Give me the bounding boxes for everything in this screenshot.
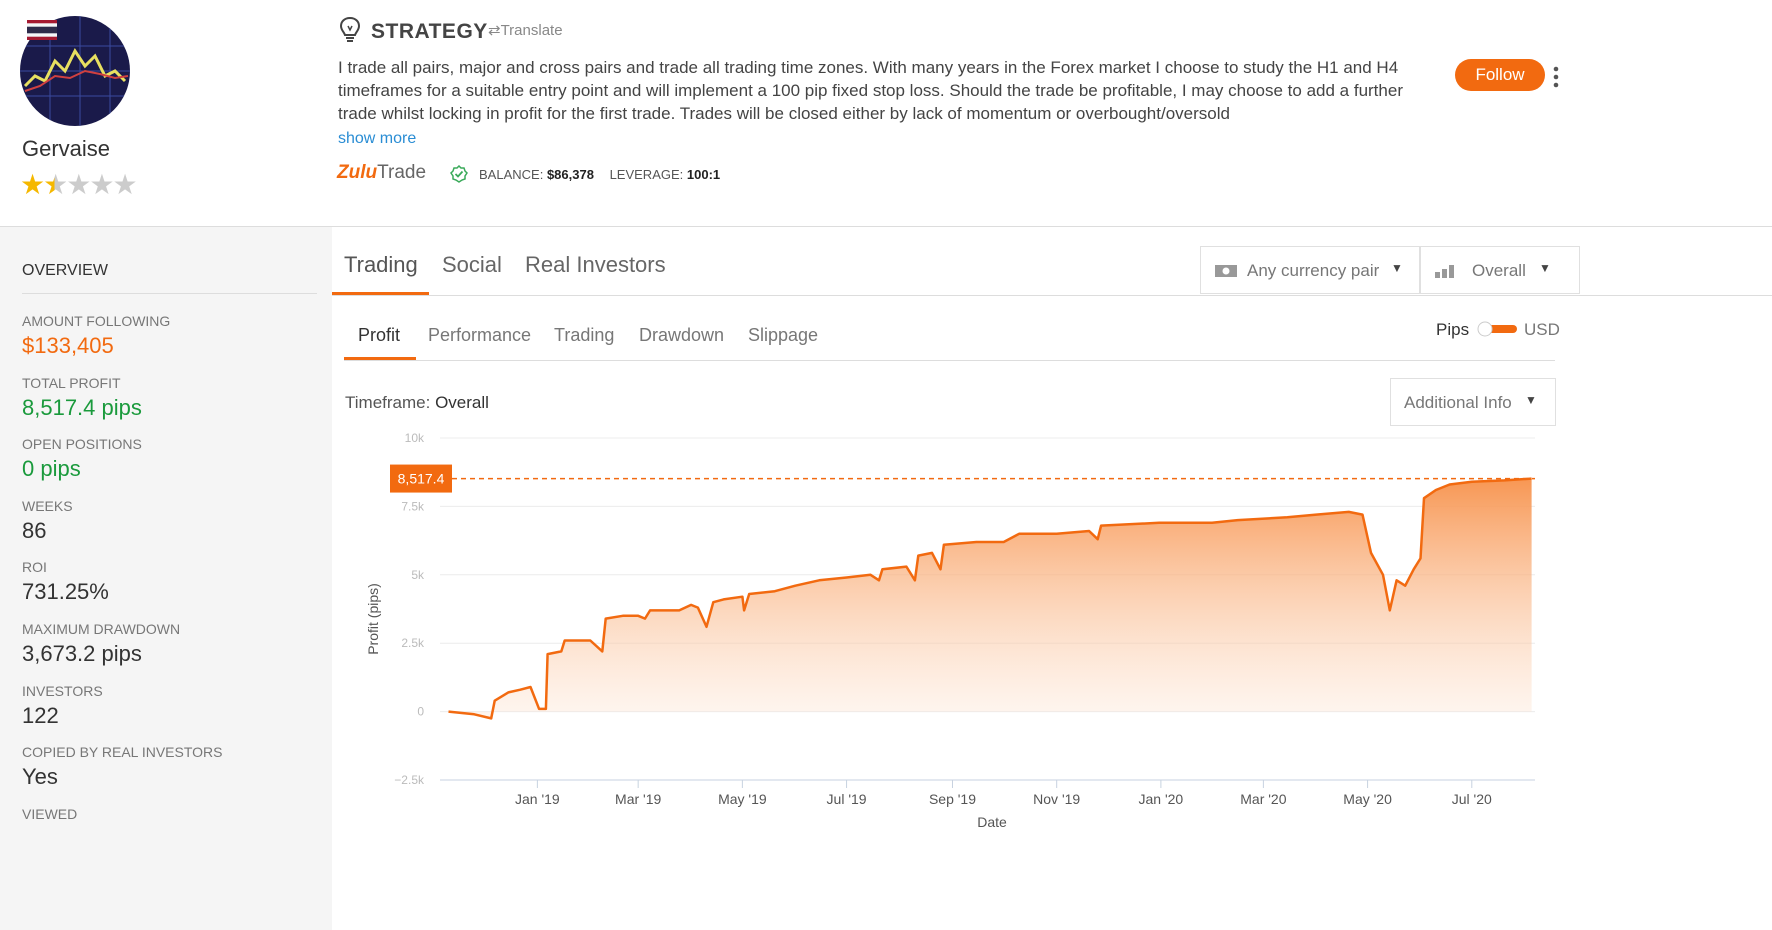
pips-label: Pips: [1436, 320, 1470, 339]
x-tick-label: Sep '19: [929, 791, 976, 807]
bar-chart-icon: [1435, 264, 1457, 283]
additional-info-select[interactable]: Additional Info ▼: [1390, 378, 1556, 426]
stat-value: Yes: [22, 764, 58, 790]
period-select[interactable]: Overall ▼: [1420, 246, 1580, 294]
y-tick-label: 0: [417, 705, 424, 719]
x-tick-label: Jul '19: [827, 791, 867, 807]
stat-label: INVESTORS: [22, 682, 103, 699]
translate-icon: ⇄: [488, 22, 501, 39]
logo-zulu: Zulu: [337, 162, 378, 183]
stat-label: OPEN POSITIONS: [22, 436, 142, 453]
account-summary: BALANCE: $86,378 LEVERAGE: 100:1: [479, 167, 720, 182]
show-more-link[interactable]: show more: [338, 130, 416, 148]
x-tick-label: May '19: [718, 791, 767, 807]
star-icon: ★: [89, 169, 114, 200]
stat-value: 122: [22, 702, 59, 728]
leverage-value: 100:1: [686, 167, 721, 182]
currency-pair-select[interactable]: Any currency pair ▼: [1200, 246, 1420, 294]
stat-value: 8,517.4 pips: [22, 394, 142, 420]
stat-value: 3,673.2 pips: [22, 641, 142, 666]
currency-pair-value: Any currency pair: [1247, 261, 1380, 280]
star-icon: ★: [20, 169, 45, 200]
stat-label: AMOUNT FOLLOWING: [22, 313, 171, 329]
y-axis-title: Profit (pips): [365, 583, 381, 655]
money-icon: [1214, 263, 1238, 284]
period-value: Overall: [1472, 261, 1526, 280]
y-tick-label: 10k: [405, 431, 425, 445]
balance-value: $86,378: [546, 167, 594, 182]
y-tick-label: 2.5k: [401, 636, 425, 650]
chevron-down-icon: ▼: [1391, 261, 1403, 275]
lightbulb-icon: [338, 16, 362, 44]
stat-label: WEEKS: [22, 497, 73, 514]
overview-divider: [22, 293, 317, 294]
verified-check-icon: [450, 164, 468, 183]
stat-value: 0 pips: [22, 456, 81, 482]
overview-title: OVERVIEW: [22, 262, 108, 279]
star-icon: ★: [43, 169, 68, 200]
x-tick-label: May '20: [1343, 791, 1392, 807]
subtab-profit[interactable]: Profit: [358, 325, 400, 346]
subtab-performance[interactable]: Performance: [428, 325, 531, 346]
rating-stars: ★★★★★: [20, 169, 138, 200]
tab-social[interactable]: Social: [442, 252, 502, 278]
x-tick-label: Mar '20: [1240, 791, 1286, 807]
timeframe-value: Overall: [435, 393, 489, 412]
logo-trade: Trade: [377, 162, 427, 183]
translate-link[interactable]: ⇄Translate: [488, 21, 563, 39]
tabs-divider: [332, 295, 1772, 296]
x-axis: Jan '19 Mar '19 May '19 Jul '19 Sep '19 Nov '…: [515, 780, 1492, 807]
stat-label: COPIED BY REAL INVESTORS: [22, 744, 223, 761]
more-options-icon[interactable]: [1552, 64, 1560, 90]
chevron-down-icon: ▼: [1539, 261, 1551, 275]
chevron-down-icon: ▼: [1525, 393, 1537, 407]
x-tick-label: Jan '20: [1139, 791, 1184, 807]
y-tick-label: 5k: [411, 568, 425, 582]
subtab-slippage[interactable]: Slippage: [748, 325, 818, 346]
translate-label: Translate: [500, 22, 563, 39]
thailand-flag-icon: [27, 20, 57, 40]
leverage-label: LEVERAGE:: [609, 167, 684, 182]
timeframe-label: Timeframe:: [345, 393, 431, 412]
subtab-drawdown[interactable]: Drawdown: [639, 325, 724, 346]
subtabs-divider: [344, 360, 1555, 361]
follow-button[interactable]: Follow: [1455, 59, 1545, 91]
stat-value: 731.25%: [22, 579, 109, 605]
stat-label: ROI: [22, 559, 47, 576]
subtab-trading[interactable]: Trading: [554, 325, 614, 346]
pips-usd-toggle[interactable]: [1477, 321, 1517, 337]
x-axis-title: Date: [977, 814, 1007, 830]
x-tick-label: Mar '19: [615, 791, 661, 807]
y-tick-label: −2.5k: [394, 773, 425, 787]
timeframe-indicator: Timeframe: Overall: [345, 393, 489, 413]
x-tick-label: Nov '19: [1033, 791, 1080, 807]
stat-value: $133,405: [22, 333, 114, 358]
y-tick-label: 7.5k: [401, 499, 425, 513]
strategy-title: STRATEGY: [371, 20, 488, 43]
trader-name: Gervaise: [22, 136, 111, 161]
zulutrade-logo: ZuluTrade: [337, 162, 426, 184]
tab-real-investors[interactable]: Real Investors: [525, 252, 666, 278]
star-icon: ★: [66, 169, 91, 200]
usd-label: USD: [1524, 320, 1560, 339]
stat-value: 86: [22, 517, 47, 543]
stat-label: VIEWED: [22, 805, 78, 822]
tab-trading[interactable]: Trading: [344, 252, 418, 278]
additional-info-label: Additional Info: [1404, 393, 1512, 412]
profit-chart[interactable]: 10k 7.5k 5k 2.5k 0 −2.5k 8,517.4 Jan '19 Mar '…: [340, 428, 1560, 930]
stat-label: MAXIMUM DRAWDOWN: [22, 621, 181, 637]
strategy-description: I trade all pairs, major and cross pairs…: [338, 58, 1403, 123]
profit-area: [448, 478, 1532, 719]
x-tick-label: Jan '19: [515, 791, 560, 807]
stat-label: TOTAL PROFIT: [22, 374, 121, 391]
balance-label: BALANCE:: [479, 167, 544, 182]
current-value-label: 8,517.4: [398, 471, 445, 487]
star-icon: ★: [112, 169, 137, 200]
x-tick-label: Jul '20: [1452, 791, 1492, 807]
